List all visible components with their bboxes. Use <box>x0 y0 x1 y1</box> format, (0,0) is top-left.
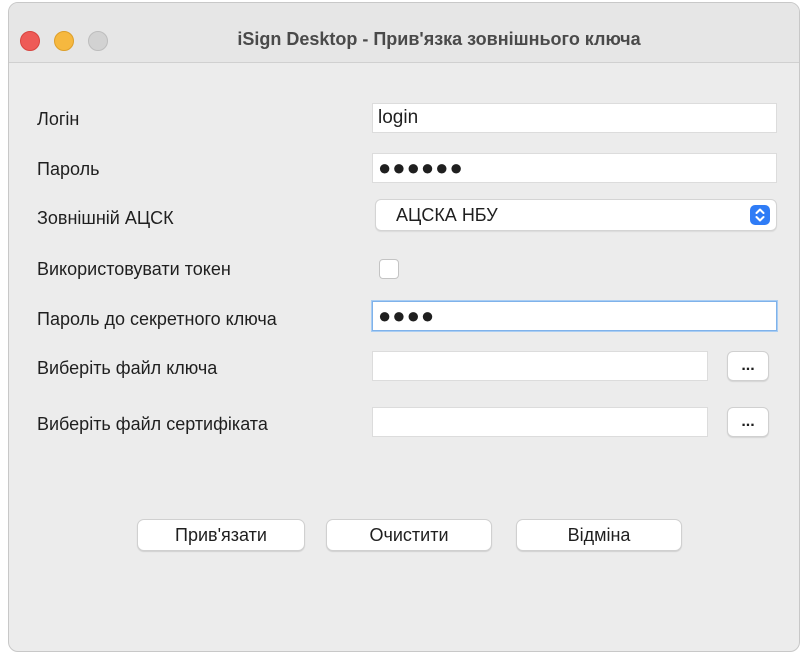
browse-cert-file-button[interactable]: ... <box>727 407 769 437</box>
browse-key-file-button[interactable]: ... <box>727 351 769 381</box>
clear-button[interactable]: Очистити <box>326 519 492 551</box>
bind-button[interactable]: Прив'язати <box>137 519 305 551</box>
key-file-input[interactable] <box>372 351 708 381</box>
minimize-window-button[interactable] <box>54 31 74 51</box>
key-file-label: Виберіть файл ключа <box>37 358 218 378</box>
acsk-select[interactable]: АЦСКА НБУ <box>375 199 777 231</box>
cert-file-label: Виберіть файл сертифіката <box>37 414 268 434</box>
acsk-label: Зовнішній АЦСК <box>37 208 174 228</box>
use-token-label: Використовувати токен <box>37 259 231 279</box>
secret-key-password-input[interactable]: ●●●● <box>372 301 777 331</box>
title-bar[interactable]: iSign Desktop - Прив'язка зовнішнього кл… <box>9 3 799 63</box>
dialog-window: iSign Desktop - Прив'язка зовнішнього кл… <box>8 2 800 652</box>
chevron-updown-icon <box>750 205 770 225</box>
login-label: Логін <box>37 109 80 129</box>
window-title: iSign Desktop - Прив'язка зовнішнього кл… <box>237 29 641 49</box>
password-input[interactable]: ●●●●●● <box>372 153 777 183</box>
close-window-button[interactable] <box>20 31 40 51</box>
secret-key-password-label: Пароль до секретного ключа <box>37 309 277 329</box>
login-input[interactable]: login <box>372 103 777 133</box>
zoom-window-button <box>88 31 108 51</box>
cancel-button[interactable]: Відміна <box>516 519 682 551</box>
cert-file-input[interactable] <box>372 407 708 437</box>
acsk-select-value: АЦСКА НБУ <box>396 205 498 225</box>
password-label: Пароль <box>37 159 100 179</box>
use-token-checkbox[interactable] <box>379 259 399 279</box>
